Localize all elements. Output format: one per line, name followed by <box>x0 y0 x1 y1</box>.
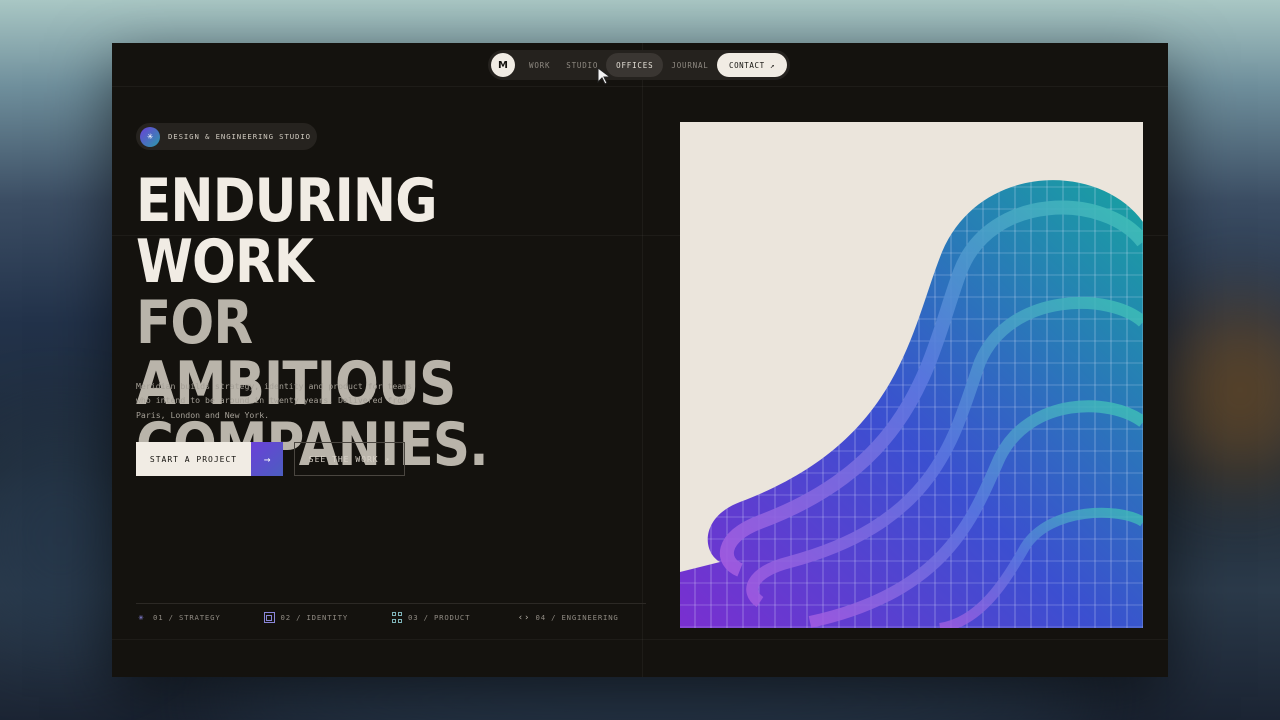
asterisk-icon: ✳ <box>138 612 145 623</box>
hero-description: Meridian builds strategy, identity and p… <box>136 381 413 420</box>
nav-item-work[interactable]: WORK <box>521 53 558 77</box>
nav-item-offices[interactable]: OFFICES <box>606 53 664 77</box>
see-work-button[interactable]: SEE THE WORK ↗ <box>294 442 405 476</box>
hero-image <box>680 122 1143 628</box>
service-identity[interactable]: 02 / IDENTITY <box>263 612 392 623</box>
code-icon: ‹› <box>517 612 531 623</box>
service-label: 02 / IDENTITY <box>280 613 349 622</box>
service-engineering[interactable]: ‹› 04 / ENGINEERING <box>517 612 647 623</box>
background-blur <box>1160 300 1280 480</box>
grid-icon <box>391 612 402 623</box>
logo[interactable]: M <box>491 53 515 77</box>
headline-line-1: ENDURING WORK <box>136 166 438 297</box>
service-strategy[interactable]: ✳ 01 / STRATEGY <box>136 612 264 623</box>
top-nav: M WORK STUDIO OFFICES JOURNAL CONTACT ↗ <box>488 50 790 80</box>
nav-item-journal[interactable]: JOURNAL <box>663 53 716 77</box>
sparkle-icon: ✳ <box>140 126 160 147</box>
eyebrow-pill: ✳ DESIGN & ENGINEERING STUDIO <box>136 123 317 150</box>
arrow-right-icon: → <box>251 442 283 476</box>
grid-line <box>642 43 643 677</box>
services-list: ✳ 01 / STRATEGY 02 / IDENTITY 03 / PRODU… <box>136 603 646 631</box>
contact-button[interactable]: CONTACT ↗ <box>716 53 787 77</box>
service-label: 04 / ENGINEERING <box>535 613 619 622</box>
start-project-label: START A PROJECT <box>149 454 238 464</box>
square-icon <box>263 612 275 623</box>
service-product[interactable]: 03 / PRODUCT <box>391 612 519 623</box>
mouse-cursor-icon <box>597 67 612 85</box>
start-project-button[interactable]: START A PROJECT → <box>136 442 283 476</box>
hero-headline: ENDURING WORK FOR AMBITIOUS COMPANIES. <box>136 171 583 476</box>
service-label: 03 / PRODUCT <box>408 613 471 622</box>
grid-line <box>112 86 1168 87</box>
service-label: 01 / STRATEGY <box>153 613 221 622</box>
grid-line <box>112 639 1168 640</box>
building-facade-icon <box>680 122 1143 628</box>
browser-window: M WORK STUDIO OFFICES JOURNAL CONTACT ↗ … <box>112 43 1168 677</box>
eyebrow-label: DESIGN & ENGINEERING STUDIO <box>168 132 311 141</box>
